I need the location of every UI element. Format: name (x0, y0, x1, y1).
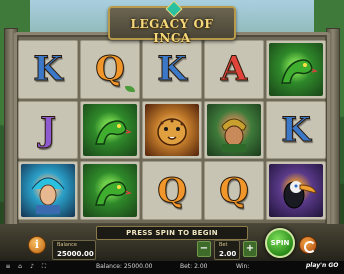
menu-icon[interactable]: ≡ (4, 263, 12, 271)
bet-label: Bet (219, 242, 228, 248)
spin-button[interactable]: SPIN (265, 228, 295, 258)
reel-cell: Q (80, 40, 140, 99)
symbol-j: J (39, 109, 57, 150)
bet-value: 2.00 (219, 250, 237, 258)
autoplay-button[interactable] (299, 236, 317, 254)
balance-panel: Balance 25000.00 (52, 240, 96, 260)
reel-cell: K (142, 40, 202, 99)
symbol-k: K (281, 109, 312, 150)
reel-cell (204, 100, 264, 160)
leaf-icon (125, 85, 135, 92)
snake-symbol-icon (269, 43, 323, 96)
sound-icon[interactable]: ♪ (28, 263, 36, 271)
reel-cell: K (18, 40, 78, 99)
symbol-q: Q (157, 170, 188, 211)
reel-cell: Q (142, 161, 202, 220)
snake-symbol-icon (83, 164, 137, 217)
message-bar: PRESS SPIN TO BEGIN (96, 226, 248, 240)
status-bet: Bet: 2.00 (180, 263, 208, 270)
fullscreen-icon[interactable]: ⛶ (40, 263, 48, 271)
priestess-symbol-icon (21, 164, 75, 217)
brand-logo: play'n GO (306, 262, 339, 269)
reel-cell (266, 40, 326, 99)
reel-grid: K Q K A J K Q Q (18, 40, 326, 220)
gem-icon (165, 0, 183, 18)
reel-cell: J (18, 100, 78, 160)
reel-cell (80, 100, 140, 160)
snake-symbol-icon (83, 103, 137, 157)
game-logo: LEGACY OF INCA (108, 0, 236, 45)
bet-increase-button[interactable]: + (243, 241, 257, 257)
status-bar: ≡ ⌂ ♪ ⛶ Balance: 25000.00 Bet: 2.00 Win: (0, 261, 344, 274)
warrior-symbol-icon (207, 103, 261, 157)
info-button[interactable]: i (28, 236, 46, 254)
balance-value: 25000.00 (57, 250, 94, 258)
reel-cell (18, 161, 78, 220)
reel-cell (266, 161, 326, 220)
reel-cell: A (204, 40, 264, 99)
reel-cell: K (266, 100, 326, 160)
status-win: Win: (236, 263, 250, 270)
home-icon[interactable]: ⌂ (16, 263, 24, 271)
message-text: PRESS SPIN TO BEGIN (126, 229, 218, 237)
game-title: LEGACY OF INCA (130, 17, 214, 45)
symbol-q: Q (95, 49, 126, 90)
jaguar-symbol-icon (145, 103, 199, 157)
symbol-q: Q (219, 170, 250, 211)
reel-cell (142, 100, 202, 160)
bet-decrease-button[interactable]: − (197, 241, 211, 257)
status-balance: Balance: 25000.00 (96, 263, 153, 270)
bet-panel: Bet 2.00 (214, 240, 240, 260)
reel-cell: Q (204, 161, 264, 220)
symbol-k: K (157, 49, 188, 90)
symbol-a: A (220, 49, 248, 90)
reel-cell (80, 161, 140, 220)
game-scene: K Q K A J K Q Q LEGACY OF INCA PRESS SPI… (0, 0, 344, 274)
toucan-symbol-icon (269, 164, 323, 217)
balance-label: Balance (57, 242, 77, 248)
symbol-k: K (33, 49, 64, 90)
